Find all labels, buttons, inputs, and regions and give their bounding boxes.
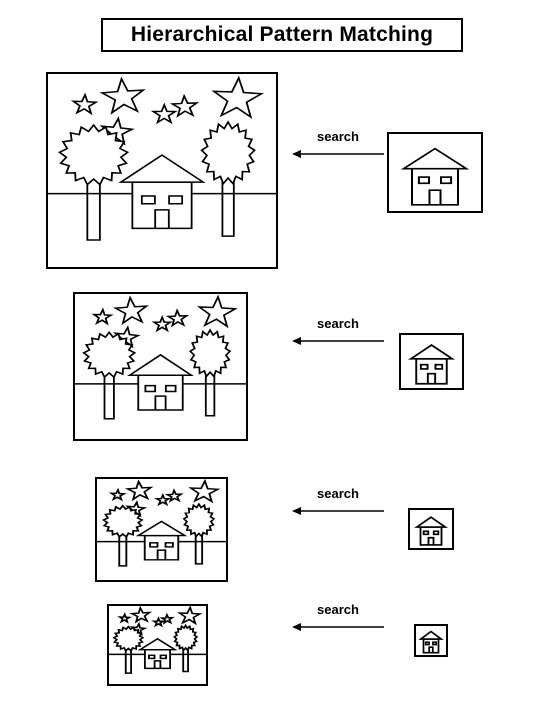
- star-shape: [169, 93, 200, 118]
- house-roof: [135, 520, 188, 537]
- search-label: search: [317, 486, 359, 501]
- template-graphic: [407, 344, 456, 385]
- house-window: [144, 384, 157, 393]
- house-window: [164, 384, 177, 393]
- search-label: search: [317, 602, 359, 617]
- tree-crown: [58, 123, 130, 186]
- search-arrow-group-level-3: search: [292, 486, 384, 520]
- house-window: [149, 542, 159, 548]
- scene-graphic: [97, 479, 226, 567]
- star-shape: [117, 612, 133, 624]
- house-window: [159, 654, 167, 660]
- star-shape: [151, 314, 173, 333]
- star-shape: [176, 606, 203, 626]
- search-arrow-group-level-1: search: [292, 129, 384, 163]
- search-arrow-icon: [292, 150, 384, 158]
- template-house-window: [439, 176, 453, 185]
- arrow-head: [292, 507, 301, 515]
- template-house-window: [417, 176, 431, 185]
- tree-crown: [101, 504, 144, 539]
- star-shape: [211, 75, 265, 119]
- star-shape: [108, 487, 127, 502]
- template-house-window: [434, 363, 444, 370]
- star-shape: [196, 294, 238, 329]
- search-arrow-group-level-4: search: [292, 602, 384, 636]
- template-house-window: [424, 641, 430, 646]
- template-house-roof: [418, 630, 444, 640]
- scene-graphic: [109, 606, 206, 674]
- arrow-head: [292, 623, 301, 631]
- house-window: [140, 195, 156, 205]
- scene-graphic: [75, 294, 246, 420]
- scene-level-1[interactable]: [46, 72, 278, 269]
- arrow-head: [292, 337, 301, 345]
- star-shape: [151, 616, 166, 628]
- template-house-window: [432, 530, 440, 536]
- tree-crown: [182, 502, 216, 538]
- template-house-level-4[interactable]: [414, 624, 448, 657]
- template-house-body: [415, 358, 448, 385]
- template-house-window: [432, 641, 438, 646]
- template-house-body: [422, 638, 440, 654]
- template-house-roof: [407, 344, 456, 360]
- house-window: [168, 195, 184, 205]
- tree-crown: [200, 120, 256, 186]
- template-graphic: [400, 147, 470, 206]
- search-arrow-icon: [292, 507, 384, 515]
- star-shape: [188, 479, 221, 504]
- template-house-window: [422, 530, 430, 536]
- house-body: [137, 374, 184, 411]
- tree-crown: [82, 331, 137, 379]
- star-shape: [164, 488, 184, 503]
- house-window: [148, 654, 156, 660]
- scene-level-4[interactable]: [107, 604, 208, 686]
- star-shape: [129, 606, 153, 624]
- search-label: search: [317, 129, 359, 144]
- scene-graphic: [48, 75, 276, 241]
- template-house-body: [419, 526, 443, 546]
- template-graphic: [418, 630, 444, 654]
- search-arrow-icon: [292, 337, 384, 345]
- template-house-roof: [400, 147, 470, 170]
- house-window: [164, 542, 174, 548]
- page-title-box: Hierarchical Pattern Matching: [101, 18, 463, 52]
- house-body: [131, 181, 193, 230]
- template-house-level-3[interactable]: [408, 508, 454, 550]
- star-shape: [112, 295, 149, 326]
- tree-crown: [173, 623, 199, 652]
- house-roof: [137, 637, 178, 651]
- template-house-window: [419, 363, 429, 370]
- tree-crown: [188, 328, 232, 379]
- star-shape: [124, 479, 154, 502]
- star-shape: [91, 307, 114, 326]
- house-roof: [118, 154, 206, 183]
- search-arrow-icon: [292, 623, 384, 631]
- house-body: [143, 534, 180, 561]
- star-shape: [150, 102, 178, 125]
- star-shape: [99, 76, 146, 115]
- template-house-body: [411, 167, 459, 206]
- scene-level-2[interactable]: [73, 292, 248, 441]
- diagram-canvas: Hierarchical Pattern Matching search sear…: [0, 0, 540, 720]
- template-house-level-2[interactable]: [399, 333, 464, 390]
- page-title: Hierarchical Pattern Matching: [130, 23, 434, 46]
- scene-level-3[interactable]: [95, 477, 228, 582]
- star-shape: [165, 308, 190, 328]
- tree-crown: [112, 625, 145, 652]
- star-shape: [70, 92, 99, 116]
- template-house-roof: [414, 516, 448, 528]
- star-shape: [153, 492, 172, 507]
- template-house-level-1[interactable]: [387, 132, 483, 213]
- house-roof: [127, 353, 194, 376]
- search-label: search: [317, 316, 359, 331]
- search-arrow-group-level-2: search: [292, 316, 384, 350]
- template-graphic: [414, 516, 448, 546]
- arrow-head: [292, 150, 301, 158]
